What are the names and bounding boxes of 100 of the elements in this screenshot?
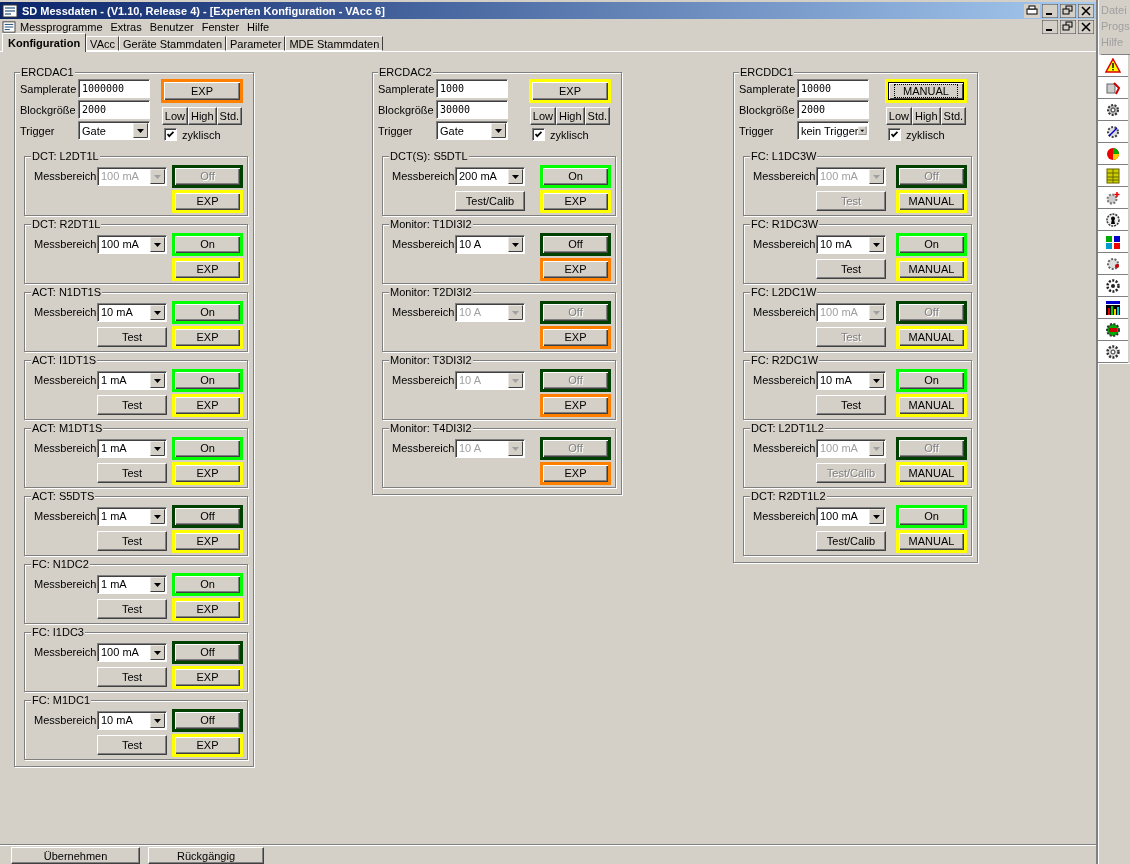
mode-button[interactable]: MANUAL [896,393,967,417]
mode-button[interactable]: EXP [540,189,611,213]
restore-button[interactable] [1060,19,1076,34]
input-field[interactable]: 1000000 [78,79,150,98]
test-button[interactable]: Test [97,463,167,483]
preset-button[interactable]: High [912,107,941,125]
dropdown-arrow-icon[interactable] [508,168,523,184]
test-button[interactable]: Test [97,327,167,347]
dropdown-arrow-icon[interactable] [150,508,165,524]
checkbox[interactable] [164,128,177,141]
tab[interactable]: Parameter [226,36,286,51]
mode-button[interactable]: EXP [172,461,243,485]
input-field[interactable]: 2000 [797,100,869,119]
printer-icon[interactable] [1024,3,1040,18]
dropdown-arrow-icon[interactable] [508,236,523,252]
puzzle-icon[interactable] [1105,233,1121,250]
minimize-button[interactable] [1042,19,1058,34]
test-button[interactable]: Test/Calib [455,191,525,211]
dropdown-arrow-icon[interactable] [150,440,165,456]
gear-icon[interactable] [1105,123,1121,140]
mode-button[interactable]: MANUAL [896,257,967,281]
grid-icon[interactable] [1105,167,1121,184]
preset-button[interactable]: Std. [584,107,611,125]
preset-button[interactable]: High [188,107,217,125]
preset-button[interactable]: High [556,107,585,125]
checkbox[interactable] [532,128,545,141]
preset-button[interactable]: Low [885,107,912,125]
gear-icon[interactable] [1105,101,1121,118]
mode-button[interactable]: EXP [161,79,243,103]
action-button[interactable]: Übernehmen [11,847,140,864]
warning-icon[interactable] [1105,57,1121,74]
power-button[interactable]: On [896,368,967,392]
mode-button[interactable]: MANUAL [885,79,967,103]
menu-item[interactable]: Fenster [197,20,244,33]
input-field[interactable]: 10000 [797,79,869,98]
power-button[interactable]: On [172,300,243,324]
dropdown-arrow-icon[interactable] [150,576,165,592]
range-dropdown[interactable]: 10 mA [816,234,886,254]
preset-button[interactable]: Std. [940,107,967,125]
preset-button[interactable]: Low [529,107,556,125]
tab[interactable]: Geräte Stammdaten [118,36,227,51]
power-button[interactable]: On [540,164,611,188]
input-field[interactable]: 30000 [436,100,508,119]
dropdown-arrow-icon[interactable] [869,372,884,388]
trigger-dropdown[interactable]: kein Trigger [797,121,869,140]
checkbox[interactable] [888,128,901,141]
dropdown-arrow-icon[interactable] [150,712,165,728]
dropdown-arrow-icon[interactable] [150,644,165,660]
mode-button[interactable]: EXP [172,325,243,349]
action-button[interactable]: Rückgängig [148,847,264,864]
close-button[interactable] [1078,19,1094,34]
mode-button[interactable]: EXP [172,393,243,417]
range-dropdown[interactable]: 100 mA [97,234,167,254]
gear-icon[interactable] [1105,343,1121,360]
restore-button[interactable] [1060,3,1076,18]
power-button[interactable]: Off [172,504,243,528]
test-button[interactable]: Test [97,531,167,551]
tab[interactable]: Konfiguration [2,33,87,52]
preset-button[interactable]: Low [161,107,188,125]
dropdown-arrow-icon[interactable] [150,372,165,388]
power-button[interactable]: On [896,232,967,256]
range-dropdown[interactable]: 10 mA [97,302,167,322]
dropdown-arrow-icon[interactable] [869,508,884,524]
range-dropdown[interactable]: 200 mA [455,166,525,186]
test-button[interactable]: Test [816,395,886,415]
power-button[interactable]: On [172,232,243,256]
dropdown-arrow-icon[interactable] [133,123,148,138]
gear-icon[interactable] [1105,277,1121,294]
mode-button[interactable]: EXP [172,733,243,757]
minimize-button[interactable] [1042,3,1058,18]
dropdown-arrow-icon[interactable] [150,304,165,320]
dropdown-arrow-icon[interactable] [150,236,165,252]
power-button[interactable]: On [172,572,243,596]
app-icon[interactable] [2,20,16,33]
test-button[interactable]: Test [97,395,167,415]
range-dropdown[interactable]: 10 A [455,234,525,254]
mode-button[interactable]: EXP [529,79,611,103]
range-dropdown[interactable]: 100 mA [816,506,886,526]
dropdown-arrow-icon[interactable] [858,123,867,138]
menu-item[interactable]: Benutzer [145,20,198,33]
test-button[interactable]: Test [97,599,167,619]
bar-chart-icon[interactable] [1105,299,1121,316]
test-button[interactable]: Test [97,667,167,687]
test-button[interactable]: Test [816,259,886,279]
range-dropdown[interactable]: 1 mA [97,438,167,458]
mode-button[interactable]: EXP [172,529,243,553]
mode-button[interactable]: EXP [172,665,243,689]
mode-button[interactable]: EXP [172,257,243,281]
range-dropdown[interactable]: 10 mA [816,370,886,390]
range-dropdown[interactable]: 10 mA [97,710,167,730]
power-button[interactable]: On [896,504,967,528]
mode-button[interactable]: EXP [540,257,611,281]
menu-item[interactable]: Messprogramme [16,20,107,33]
keyhole-icon[interactable] [1105,211,1121,228]
range-dropdown[interactable]: 100 mA [97,642,167,662]
menu-item[interactable]: Extras [106,20,146,33]
menu-item[interactable]: Hilfe [243,20,274,33]
dropdown-arrow-icon[interactable] [869,236,884,252]
range-dropdown[interactable]: 1 mA [97,574,167,594]
mode-button[interactable]: MANUAL [896,529,967,553]
